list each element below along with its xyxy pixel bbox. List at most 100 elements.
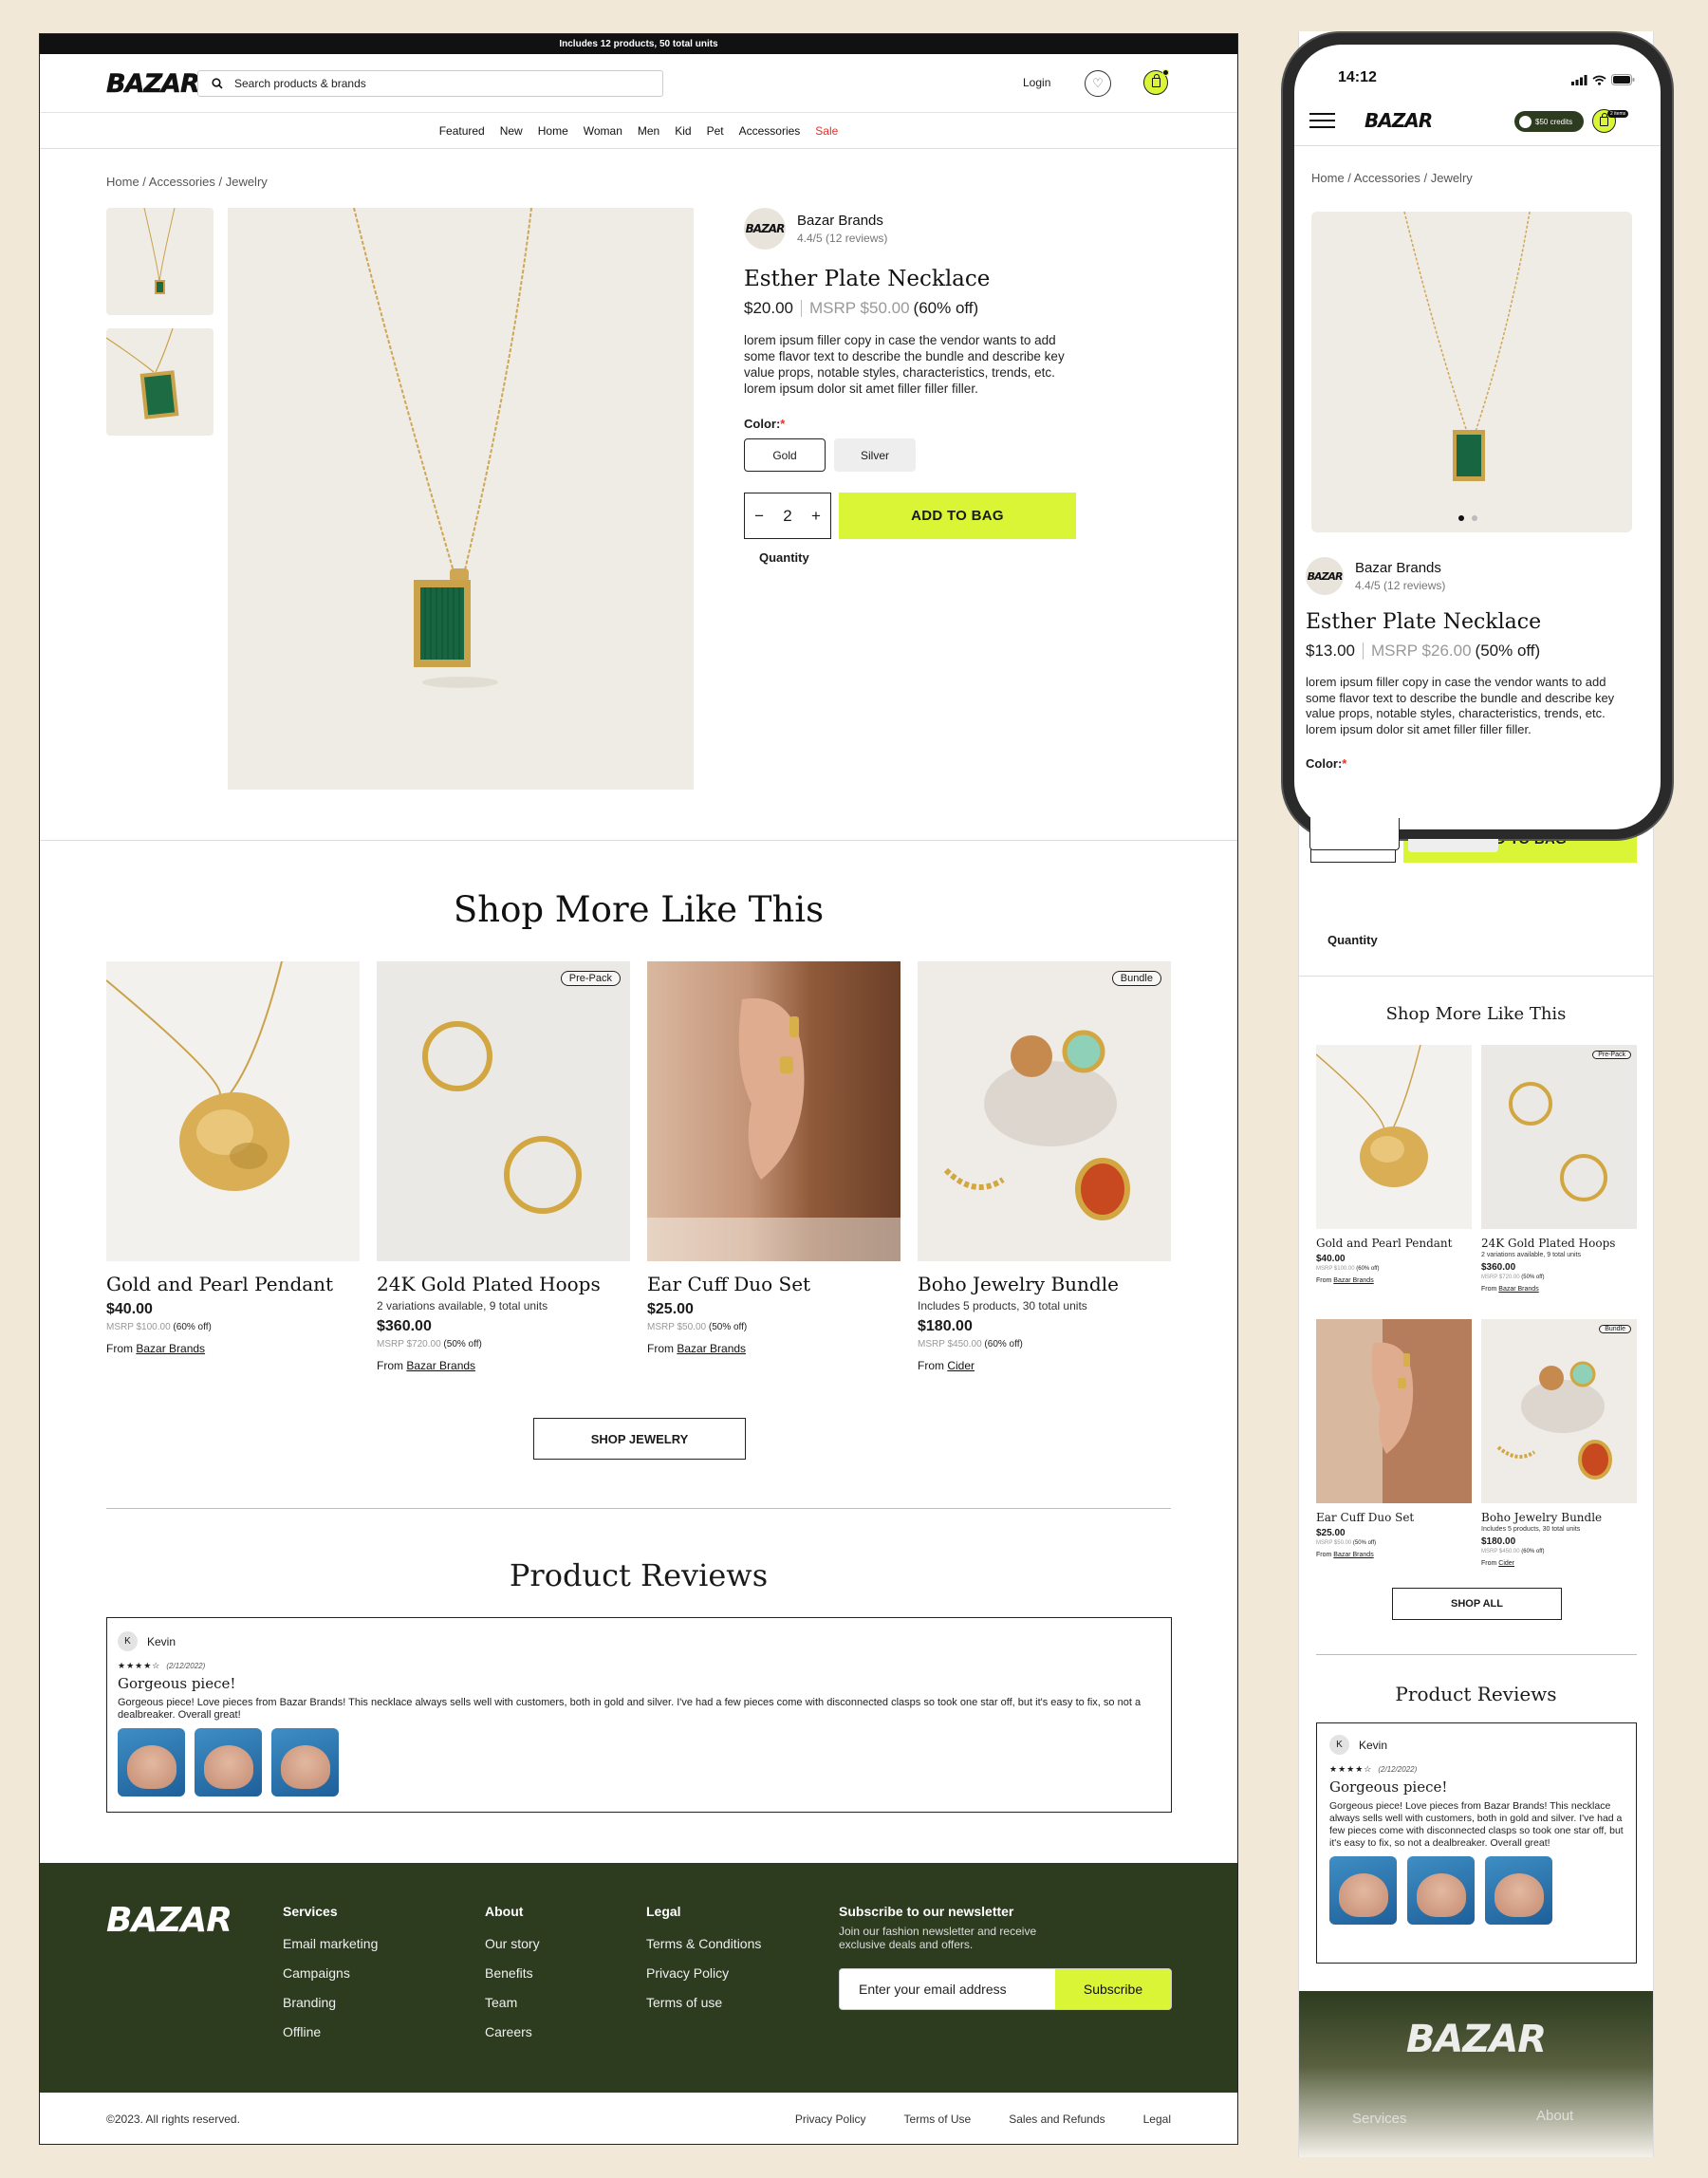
vendor-link[interactable]: Bazar Brands bbox=[136, 1342, 205, 1355]
color-option-silver[interactable]: Silver bbox=[834, 438, 916, 472]
nav-item-pet[interactable]: Pet bbox=[707, 124, 724, 138]
footer-link[interactable]: Campaigns bbox=[283, 1965, 378, 1981]
mobile-product-card[interactable]: Ear Cuff Duo Set $25.00 MSRP $50.00 (50% o… bbox=[1316, 1319, 1472, 1558]
mobile-product-card[interactable]: Gold and Pearl Pendant $40.00 MSRP $100.00… bbox=[1316, 1045, 1472, 1284]
product-card[interactable]: Pre-Pack 24K Gold Plated Hoops 2 variati… bbox=[377, 961, 630, 1372]
quantity-value[interactable]: 2 bbox=[783, 507, 791, 526]
add-to-bag-button[interactable]: ADD TO BAG bbox=[839, 493, 1076, 539]
vendor-link[interactable]: Bazar Brands bbox=[1498, 1286, 1538, 1293]
product-card-vendor: From Bazar Brands bbox=[106, 1342, 360, 1355]
legal-link[interactable]: Legal bbox=[1143, 2113, 1171, 2126]
subscribe-button[interactable]: Subscribe bbox=[1055, 1969, 1171, 2009]
mobile-card-image[interactable] bbox=[1316, 1319, 1472, 1503]
mobile-card-name[interactable]: Gold and Pearl Pendant bbox=[1316, 1237, 1472, 1250]
mobile-card-name[interactable]: 24K Gold Plated Hoops bbox=[1481, 1237, 1637, 1250]
email-field[interactable]: Enter your email address bbox=[840, 1969, 1055, 2009]
mobile-card-name[interactable]: Boho Jewelry Bundle bbox=[1481, 1511, 1637, 1524]
minus-button[interactable]: − bbox=[754, 507, 764, 526]
legal-link[interactable]: Sales and Refunds bbox=[1009, 2113, 1105, 2126]
product-card-name[interactable]: Ear Cuff Duo Set bbox=[647, 1273, 900, 1295]
breadcrumb[interactable]: Home / Accessories / Jewelry bbox=[106, 175, 268, 189]
footer-link[interactable]: Privacy Policy bbox=[646, 1965, 761, 1981]
product-main-image[interactable] bbox=[228, 207, 694, 790]
mobile-card-image[interactable]: Bundle bbox=[1481, 1319, 1637, 1503]
vendor-link[interactable]: Bazar Brands bbox=[406, 1359, 475, 1372]
product-thumbnail-1[interactable] bbox=[106, 208, 214, 315]
vendor-row[interactable]: BAZAR Bazar Brands 4.4/5 (12 reviews) bbox=[744, 208, 1086, 250]
mobile-footer-logo[interactable]: BAZAR bbox=[1299, 2018, 1653, 2061]
product-card-image[interactable] bbox=[106, 961, 360, 1261]
vendor-name[interactable]: Bazar Brands bbox=[797, 213, 887, 229]
product-card-image[interactable] bbox=[647, 961, 900, 1261]
carousel-dot[interactable] bbox=[1472, 515, 1477, 521]
mobile-breadcrumb[interactable]: Home / Accessories / Jewelry bbox=[1311, 171, 1473, 185]
mobile-product-card[interactable]: Bundle Boho Jewelry Bundle Includes 5 prod… bbox=[1481, 1319, 1637, 1567]
color-option-gold[interactable]: Gold bbox=[744, 438, 826, 472]
product-card[interactable]: Bundle Boho Jewelry Bundle Includes 5 pr… bbox=[918, 961, 1171, 1372]
nav-item-featured[interactable]: Featured bbox=[439, 124, 485, 138]
mobile-product-image[interactable] bbox=[1311, 212, 1632, 532]
product-card[interactable]: Ear Cuff Duo Set $25.00 MSRP $50.00 (50%… bbox=[647, 961, 900, 1355]
legal-link[interactable]: Terms of Use bbox=[904, 2113, 972, 2126]
mobile-card-image[interactable]: Pre-Pack bbox=[1481, 1045, 1637, 1229]
vendor-link[interactable]: Bazar Brands bbox=[677, 1342, 746, 1355]
nav-item-accessories[interactable]: Accessories bbox=[739, 124, 801, 138]
bazar-logo[interactable]: BAZAR bbox=[106, 69, 200, 100]
menu-icon[interactable] bbox=[1309, 113, 1335, 128]
review-photo[interactable] bbox=[118, 1728, 185, 1796]
plus-button[interactable]: + bbox=[811, 507, 821, 526]
footer-link[interactable]: Terms & Conditions bbox=[646, 1936, 761, 1951]
footer-link[interactable]: Our story bbox=[485, 1936, 540, 1951]
product-thumbnail-2[interactable] bbox=[106, 328, 214, 436]
review-photo[interactable] bbox=[1329, 1856, 1397, 1925]
nav-item-home[interactable]: Home bbox=[538, 124, 568, 138]
footer-link[interactable]: Terms of use bbox=[646, 1995, 761, 2010]
nav-item-men[interactable]: Men bbox=[638, 124, 659, 138]
vendor-link[interactable]: Bazar Brands bbox=[1333, 1277, 1373, 1284]
product-card-name[interactable]: 24K Gold Plated Hoops bbox=[377, 1273, 630, 1295]
product-card-name[interactable]: Gold and Pearl Pendant bbox=[106, 1273, 360, 1295]
product-card-name[interactable]: Boho Jewelry Bundle bbox=[918, 1273, 1171, 1295]
bag-button[interactable] bbox=[1143, 69, 1169, 95]
wishlist-button[interactable]: ♡ bbox=[1085, 70, 1111, 97]
mobile-color-option-gold[interactable] bbox=[1309, 818, 1400, 850]
mobile-product-card[interactable]: Pre-Pack 24K Gold Plated Hoops 2 variation… bbox=[1481, 1045, 1637, 1293]
product-card-image[interactable]: Bundle bbox=[918, 961, 1171, 1261]
footer-logo[interactable]: BAZAR bbox=[106, 1901, 232, 1940]
footer-link[interactable]: Branding bbox=[283, 1995, 378, 2010]
vendor-link[interactable]: Cider bbox=[1498, 1560, 1514, 1567]
footer-link[interactable]: Email marketing bbox=[283, 1936, 378, 1951]
nav-item-sale[interactable]: Sale bbox=[815, 124, 838, 138]
footer-link[interactable]: Team bbox=[485, 1995, 540, 2010]
shop-jewelry-button[interactable]: SHOP JEWELRY bbox=[533, 1418, 746, 1460]
review-photo[interactable] bbox=[1485, 1856, 1552, 1925]
carousel-dot-active[interactable] bbox=[1458, 515, 1464, 521]
legal-link[interactable]: Privacy Policy bbox=[795, 2113, 866, 2126]
color-label: Color:* bbox=[744, 417, 1086, 431]
login-link[interactable]: Login bbox=[1023, 76, 1050, 89]
footer-link[interactable]: Careers bbox=[485, 2024, 540, 2039]
product-card-image[interactable]: Pre-Pack bbox=[377, 961, 630, 1261]
product-card[interactable]: Gold and Pearl Pendant $40.00 MSRP $100.… bbox=[106, 961, 360, 1355]
mobile-color-option-silver[interactable] bbox=[1408, 839, 1498, 852]
search-bar[interactable]: Search products & brands bbox=[197, 70, 663, 97]
product-card-vendor: From Bazar Brands bbox=[647, 1342, 900, 1355]
footer-link[interactable]: Offline bbox=[283, 2024, 378, 2039]
nav-item-kid[interactable]: Kid bbox=[675, 124, 691, 138]
review-photo[interactable] bbox=[1407, 1856, 1475, 1925]
nav-item-woman[interactable]: Woman bbox=[584, 124, 622, 138]
nav-item-new[interactable]: New bbox=[500, 124, 523, 138]
review-photo[interactable] bbox=[271, 1728, 339, 1796]
vendor-row[interactable]: BAZAR Bazar Brands 4.4/5 (12 reviews) bbox=[1306, 557, 1647, 595]
footer-link[interactable]: Benefits bbox=[485, 1965, 540, 1981]
vendor-name[interactable]: Bazar Brands bbox=[1355, 560, 1445, 576]
vendor-link[interactable]: Bazar Brands bbox=[1333, 1552, 1373, 1558]
credits-pill[interactable]: $50 credits bbox=[1514, 111, 1584, 132]
review-photo[interactable] bbox=[195, 1728, 262, 1796]
vendor-link[interactable]: Cider bbox=[947, 1359, 975, 1372]
mobile-card-name[interactable]: Ear Cuff Duo Set bbox=[1316, 1511, 1472, 1524]
shop-all-button[interactable]: SHOP ALL bbox=[1392, 1588, 1562, 1620]
footer-heading: Legal bbox=[646, 1904, 681, 1919]
mobile-logo[interactable]: BAZAR bbox=[1365, 109, 1433, 132]
mobile-card-image[interactable] bbox=[1316, 1045, 1472, 1229]
